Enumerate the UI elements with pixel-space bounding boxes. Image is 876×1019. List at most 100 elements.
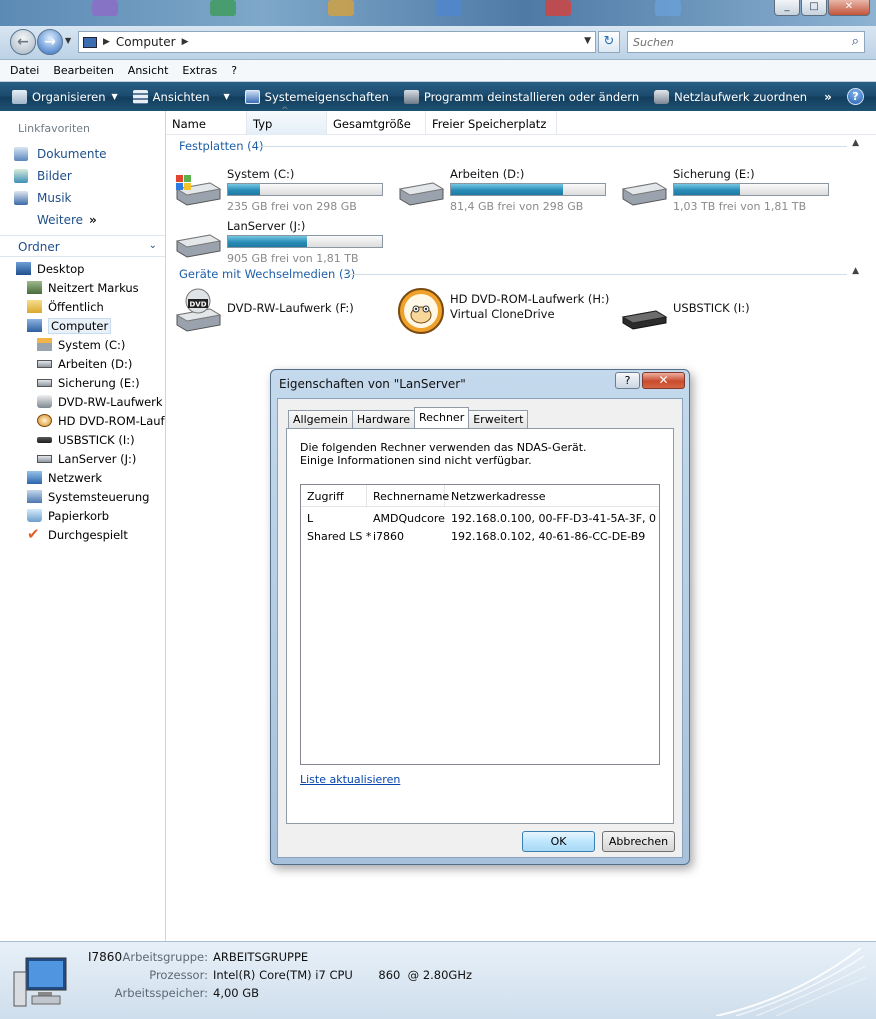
cell-access: Shared LS * [307, 530, 371, 543]
column-header-name[interactable]: Name [166, 111, 247, 135]
folders-header[interactable]: Ordner ⌄ [0, 235, 165, 257]
favorite-musik[interactable]: Musik [0, 187, 165, 209]
tree-item-computer[interactable]: Computer [0, 316, 165, 335]
favorite-more-link[interactable]: Weitere » [0, 209, 165, 231]
drive-name: USBSTICK (I:) [673, 301, 750, 315]
hard-drive-icon [398, 182, 445, 206]
views-button[interactable]: Ansichten ▼ [132, 89, 230, 104]
favorite-bilder[interactable]: Bilder [0, 165, 165, 187]
drive-lanserver-j[interactable]: LanServer (J:) 905 GB frei von 1,81 TB [174, 219, 389, 267]
tree-item-lanserver[interactable]: LanServer (J:) [0, 449, 165, 468]
menu-bearbeiten[interactable]: Bearbeiten [53, 64, 113, 77]
computers-list[interactable]: Zugriff Rechnername Netzwerkadresse L AM… [300, 484, 660, 765]
tab-allgemein[interactable]: Allgemein [288, 410, 353, 428]
tree-item-usbstick[interactable]: USBSTICK (I:) [0, 430, 165, 449]
menu-help[interactable]: ? [231, 64, 237, 77]
tree-label: Papierkorb [48, 508, 110, 523]
tree-item-user[interactable]: Neitzert Markus [0, 278, 165, 297]
group-label: Geräte mit Wechselmedien (3) [179, 267, 356, 281]
list-row[interactable]: Shared LS * i7860 192.168.0.102, 40-61-8… [301, 528, 659, 546]
collapse-caret-icon[interactable]: ▲ [852, 266, 859, 276]
tree-item-public[interactable]: Öffentlich [0, 297, 165, 316]
drive-sicherung-e[interactable]: Sicherung (E:) 1,03 TB frei von 1,81 TB [620, 167, 835, 215]
drive-dvd-rw[interactable]: DVD DVD-RW-Laufwerk (F:) [174, 287, 389, 337]
organize-button[interactable]: Organisieren ▼ [12, 89, 118, 104]
map-network-drive-label: Netzlaufwerk zuordnen [674, 89, 808, 104]
drive-hd-dvd-rom[interactable]: HD DVD-ROM-Laufwerk (H:) Virtual CloneDr… [397, 287, 612, 337]
column-header-total-size[interactable]: Gesamtgröße [327, 111, 426, 135]
recent-pages-dropdown-icon[interactable]: ▼ [65, 36, 71, 45]
cell-address: 192.168.0.102, 40-61-86-CC-DE-B9 [451, 530, 646, 543]
help-icon[interactable]: ? [847, 88, 864, 105]
more-commands-button[interactable]: » [824, 90, 832, 104]
search-input[interactable]: Suchen ⌕ [627, 31, 865, 53]
drive-usage-bar [227, 235, 383, 248]
forward-button[interactable]: → [37, 29, 63, 55]
tree-item-arbeiten-d[interactable]: Arbeiten (D:) [0, 354, 165, 373]
cancel-button[interactable]: Abbrechen [602, 831, 675, 852]
drive-usbstick[interactable]: USBSTICK (I:) [620, 287, 835, 337]
control-panel-icon [27, 490, 42, 503]
tree-item-recycle-bin[interactable]: Papierkorb [0, 506, 165, 525]
list-row[interactable]: L AMDQudcore 192.168.0.100, 00-FF-D3-41-… [301, 510, 659, 528]
system-properties-button[interactable]: Systemeigenschaften [244, 89, 389, 104]
refresh-button[interactable]: ↻ [598, 31, 620, 53]
breadcrumb-computer[interactable]: Computer [116, 35, 176, 49]
drive-free-space: 235 GB frei von 298 GB [227, 200, 357, 213]
tab-rechner[interactable]: Rechner [414, 407, 470, 428]
system-drive-icon [37, 338, 52, 351]
more-label: Weitere [37, 213, 84, 227]
uninstall-program-button[interactable]: Programm deinstallieren oder ändern [403, 89, 639, 104]
tree-label: Durchgespielt [48, 527, 128, 542]
maximize-button[interactable]: □ [801, 0, 827, 16]
tree-item-network[interactable]: Netzwerk [0, 468, 165, 487]
address-dropdown-icon[interactable]: ▼ [584, 36, 591, 46]
drive-system-c[interactable]: System (C:) 235 GB frei von 298 GB [174, 167, 389, 215]
breadcrumb-chevron-icon[interactable]: ▶ [182, 37, 189, 47]
collapse-caret-icon[interactable]: ▲ [852, 138, 859, 148]
drive-name: HD DVD-ROM-Laufwerk (H:) [450, 292, 610, 306]
column-header-free-space[interactable]: Freier Speicherplatz [426, 111, 557, 135]
dialog-close-button[interactable]: ✕ [642, 372, 685, 389]
drive-arbeiten-d[interactable]: Arbeiten (D:) 81,4 GB frei von 298 GB [397, 167, 612, 215]
tab-erweitert[interactable]: Erweitert [468, 410, 529, 428]
menu-ansicht[interactable]: Ansicht [128, 64, 169, 77]
tree-label: Desktop [37, 261, 85, 276]
search-icon[interactable]: ⌕ [852, 34, 859, 49]
favorite-dokumente[interactable]: Dokumente [0, 143, 165, 165]
usb-drive-icon [621, 310, 668, 330]
menu-extras[interactable]: Extras [182, 64, 217, 77]
tree-item-dvd-rw[interactable]: DVD-RW-Laufwerk ( [0, 392, 165, 411]
refresh-list-link[interactable]: Liste aktualisieren [300, 773, 400, 786]
tree-item-system-c[interactable]: System (C:) [0, 335, 165, 354]
close-window-button[interactable]: ✕ [828, 0, 870, 16]
address-bar[interactable]: ▶ Computer ▶ ▼ [78, 31, 596, 53]
list-header-hostname[interactable]: Rechnername [367, 485, 449, 507]
list-header-address[interactable]: Netzwerkadresse [445, 485, 659, 507]
tree-item-durchgespielt[interactable]: ✔ Durchgespielt [0, 525, 165, 544]
tab-hardware[interactable]: Hardware [351, 410, 416, 428]
minimize-button[interactable]: _ [774, 0, 800, 16]
list-header-access[interactable]: Zugriff [301, 485, 367, 507]
chevron-down-icon[interactable]: ⌄ [149, 240, 157, 251]
ok-button[interactable]: OK [522, 831, 595, 852]
computer-monitor-icon [13, 957, 67, 1007]
drive-name: System (C:) [227, 167, 295, 181]
dialog-help-button[interactable]: ? [615, 372, 640, 389]
drive-free-space: 81,4 GB frei von 298 GB [450, 200, 584, 213]
navigation-pane: Linkfavoriten Dokumente Bilder Musik Wei… [0, 111, 166, 941]
breadcrumb-chevron-icon[interactable]: ▶ [103, 37, 110, 47]
drive-name: Sicherung (E:) [673, 167, 755, 181]
menu-datei[interactable]: Datei [10, 64, 39, 77]
column-header-type[interactable]: Typ [247, 106, 327, 135]
tree-item-control-panel[interactable]: Systemsteuerung [0, 487, 165, 506]
group-header-removable[interactable]: Geräte mit Wechselmedien (3) ▲ [179, 266, 859, 281]
map-network-drive-button[interactable]: Netzlaufwerk zuordnen [654, 89, 808, 104]
desktop-background-strip: _ □ ✕ [0, 0, 876, 26]
tree-item-hd-dvd-rom[interactable]: HD DVD-ROM-Lauf [0, 411, 165, 430]
tree-item-sicherung-e[interactable]: Sicherung (E:) [0, 373, 165, 392]
group-header-hard-drives[interactable]: Festplatten (4) ▲ [179, 138, 859, 153]
decorative-swoosh [716, 948, 866, 1016]
back-button[interactable]: ← [10, 29, 36, 55]
tree-item-desktop[interactable]: Desktop [0, 259, 165, 278]
